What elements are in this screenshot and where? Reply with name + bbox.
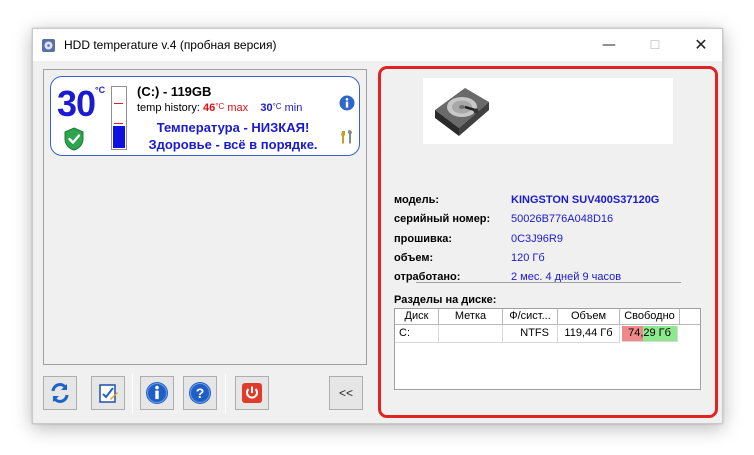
maximize-icon: ☐ (649, 38, 661, 52)
serial-value: 50026B776A048D16 (511, 213, 614, 225)
cell-disk[interactable]: C: (395, 325, 439, 343)
cell-label[interactable] (439, 325, 503, 343)
partitions-title: Разделы на диске: (394, 294, 497, 306)
hdd-image-box (423, 78, 673, 144)
history-max-value: 46 (203, 102, 216, 114)
model-value: KINGSTON SUV400S37120G (511, 194, 660, 206)
column-header-fs[interactable]: Ф/сист... (503, 309, 558, 325)
power-icon (242, 383, 262, 403)
section-divider (416, 282, 681, 283)
history-max-unit: °C (215, 102, 225, 111)
serial-label: серийный номер: (394, 213, 491, 225)
temp-history: temp history: 46°C max 30°C min (137, 102, 302, 114)
toolbar-separator (132, 374, 133, 414)
disk-details-panel: модель: KINGSTON SUV400S37120G серийный … (378, 66, 718, 418)
model-label: модель: (394, 194, 440, 206)
minimize-button[interactable]: — (586, 29, 632, 61)
report-icon (99, 384, 118, 403)
temperature-unit: °C (95, 85, 106, 95)
refresh-button[interactable] (43, 376, 77, 410)
disk-list-panel: 30 °C (C:) - 119GB temp history: 46°C ma… (43, 69, 367, 365)
info-icon[interactable] (339, 95, 355, 111)
column-header-filler (680, 309, 700, 325)
window-title: HDD temperature v.4 (пробная версия) (64, 38, 277, 52)
svg-text:?: ? (196, 385, 205, 401)
status-health: Здоровье - всё в порядке. (148, 137, 318, 152)
firmware-value: 0C3J96R9 (511, 233, 563, 245)
history-max-label: max (227, 102, 249, 114)
cell-free-text: 74,29 Гб (628, 327, 671, 339)
title-bar[interactable]: HDD temperature v.4 (пробная версия) — ☐… (33, 29, 722, 61)
toolbar-separator (225, 374, 226, 414)
report-button[interactable] (91, 376, 125, 410)
about-button[interactable] (140, 376, 174, 410)
history-label: temp history: (137, 102, 200, 114)
app-icon (42, 39, 55, 52)
cell-free[interactable]: 74,29 Гб (622, 326, 678, 342)
capacity-label: объем: (394, 252, 434, 264)
temperature-bar-fill (113, 126, 125, 148)
capacity-value: 120 Гб (511, 252, 545, 264)
history-min-label: min (284, 102, 303, 114)
info-icon (146, 382, 168, 404)
column-header-disk[interactable]: Диск (395, 309, 439, 325)
maximize-button[interactable]: ☐ (632, 29, 678, 61)
history-min-unit: °C (272, 102, 282, 111)
hard-drive-icon (435, 88, 489, 136)
firmware-label: прошивка: (394, 233, 453, 245)
refresh-icon (51, 383, 69, 403)
disk-card[interactable]: 30 °C (C:) - 119GB temp history: 46°C ma… (50, 76, 360, 156)
app-window: HDD temperature v.4 (пробная версия) — ☐… (32, 28, 723, 424)
column-header-free[interactable]: Свободно (620, 309, 680, 325)
help-button[interactable]: ? (183, 376, 217, 410)
disk-label: (C:) - 119GB (137, 84, 212, 99)
close-icon: ✕ (694, 35, 708, 54)
status-temperature: Температура - НИЗКАЯ! (156, 120, 310, 135)
column-header-size[interactable]: Объем (558, 309, 620, 325)
shield-check-icon (64, 127, 84, 151)
current-temperature: 30 (57, 83, 96, 124)
close-button[interactable]: ✕ (678, 29, 724, 61)
temperature-bar (111, 86, 127, 150)
cell-size[interactable]: 119,44 Гб (558, 325, 620, 343)
help-icon: ? (189, 382, 211, 404)
history-min-value: 30 (260, 102, 273, 114)
tools-icon[interactable] (339, 129, 355, 145)
partitions-table[interactable]: Диск Метка Ф/сист... Объем Свободно C: N… (394, 308, 701, 390)
column-header-label[interactable]: Метка (439, 309, 503, 325)
collapse-panel-button[interactable]: << (329, 376, 363, 410)
power-button[interactable] (235, 376, 269, 410)
cell-fs[interactable]: NTFS (503, 325, 558, 343)
minimize-icon: — (602, 37, 616, 53)
